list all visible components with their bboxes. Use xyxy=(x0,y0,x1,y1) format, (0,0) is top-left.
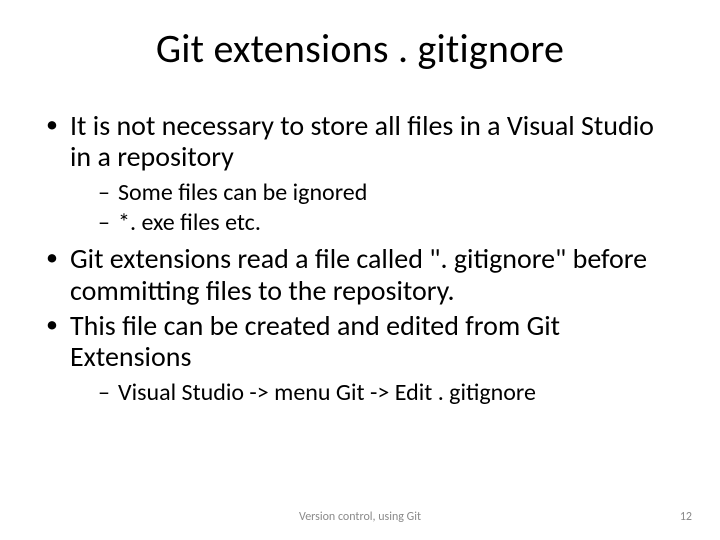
footer-center: Version control, using Git xyxy=(0,510,720,524)
sub-bullet-item: Visual Studio -> menu Git -> Edit . giti… xyxy=(98,379,680,407)
bullet-item: Git extensions read a file called ". git… xyxy=(44,243,680,306)
slide-body: It is not necessary to store all files i… xyxy=(44,110,680,413)
page-number: 12 xyxy=(680,510,692,524)
slide-title: Git extensions . gitignore xyxy=(0,24,720,73)
slide: Git extensions . gitignore It is not nec… xyxy=(0,0,720,540)
bullet-text: It is not necessary to store all files i… xyxy=(70,108,654,174)
bullet-item: This file can be created and edited from… xyxy=(44,310,680,407)
bullet-text: Git extensions read a file called ". git… xyxy=(70,241,647,307)
sub-bullet-item: Some files can be ignored xyxy=(98,179,680,207)
sub-bullet-item: *. exe files etc. xyxy=(98,209,680,237)
bullet-item: It is not necessary to store all files i… xyxy=(44,110,680,237)
sub-bullet-text: Some files can be ignored xyxy=(118,178,367,207)
sub-bullet-text: *. exe files etc. xyxy=(118,208,261,237)
bullet-text: This file can be created and edited from… xyxy=(70,308,560,374)
sub-bullet-text: Visual Studio -> menu Git -> Edit . giti… xyxy=(118,378,536,407)
